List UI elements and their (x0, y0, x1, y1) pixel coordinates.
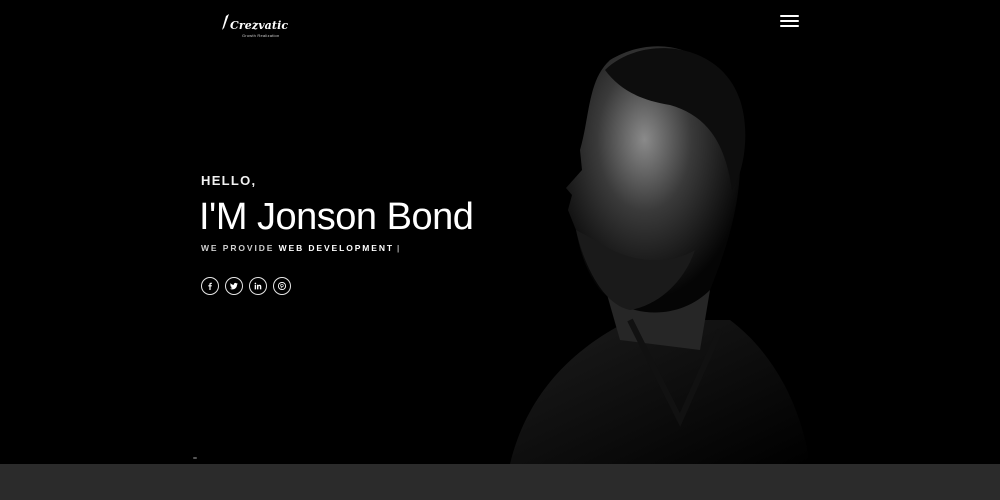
linkedin-icon (254, 282, 262, 290)
twitter-icon (230, 282, 238, 290)
hero-headline: I'M Jonson Bond (199, 196, 474, 238)
logo-mark-icon (222, 14, 229, 30)
twitter-link[interactable] (225, 277, 243, 295)
hero-tagline: WE PROVIDE WEB DEVELOPMENT | (201, 243, 401, 253)
social-links (201, 277, 291, 295)
hamburger-menu-icon[interactable] (780, 14, 800, 28)
brand-tagline: Growth Realization (242, 33, 280, 38)
brand-name: Crezvatic (230, 19, 289, 32)
scroll-indicator (193, 457, 197, 459)
pinterest-link[interactable] (273, 277, 291, 295)
facebook-link[interactable] (201, 277, 219, 295)
brand-logo[interactable]: Crezvatic Growth Realization (220, 12, 288, 40)
typing-cursor: | (396, 243, 402, 253)
facebook-icon (208, 282, 212, 290)
tagline-prefix: WE PROVIDE (201, 243, 279, 253)
pinterest-icon (278, 282, 286, 290)
tagline-typed-text: WEB DEVELOPMENT (278, 243, 394, 253)
next-section-bar (0, 464, 1000, 500)
hero-section: Crezvatic Growth Realization HELLO, I'M … (0, 0, 1000, 464)
linkedin-link[interactable] (249, 277, 267, 295)
hero-greeting: HELLO, (201, 173, 257, 188)
portrait-image (510, 46, 810, 464)
